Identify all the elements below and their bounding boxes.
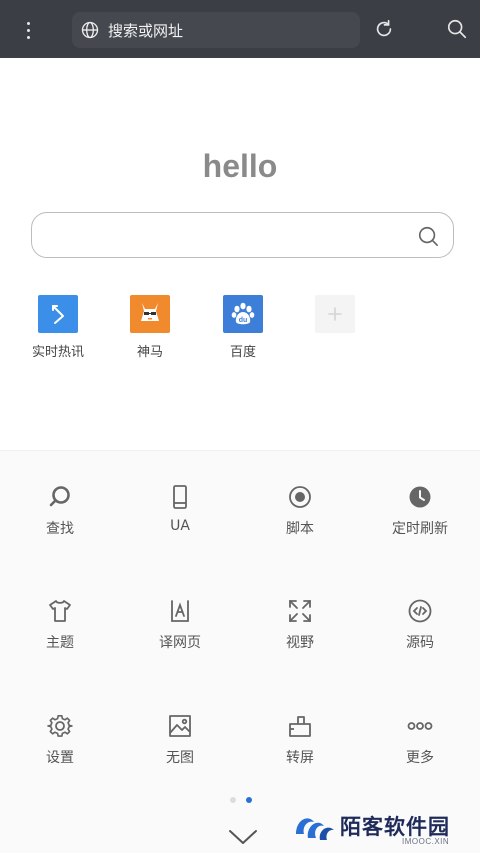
- baidu-paw-icon: du: [223, 295, 263, 333]
- more-icon: [407, 722, 433, 730]
- tshirt-icon: [49, 600, 71, 622]
- menu-label: 脚本: [286, 521, 314, 537]
- menu-label: 设置: [46, 750, 74, 766]
- watermark: 陌客软件园 IMOOC.XIN: [294, 808, 480, 848]
- shortcut-label: 百度: [229, 345, 256, 360]
- gear-icon: [47, 715, 73, 737]
- menu-label: 主题: [46, 635, 74, 651]
- chevron-down-icon[interactable]: [228, 828, 258, 846]
- code-icon: [408, 599, 432, 623]
- search-icon[interactable]: [417, 225, 439, 247]
- alpaca-icon: [130, 295, 170, 333]
- page-dot-active[interactable]: [246, 797, 252, 803]
- expand-icon: [289, 600, 311, 622]
- shortcut-hot-news[interactable]: 实时热讯: [18, 295, 98, 360]
- svg-text:du: du: [239, 317, 248, 324]
- plus-icon: [315, 295, 355, 333]
- clock-icon: [409, 486, 431, 508]
- browser-toolbar: 搜索或网址: [0, 0, 480, 58]
- menu-source[interactable]: 源码: [360, 598, 480, 652]
- address-placeholder: 搜索或网址: [108, 21, 184, 40]
- record-icon: [289, 486, 311, 508]
- menu-ua[interactable]: UA: [120, 484, 240, 534]
- menu-label: 无图: [166, 750, 194, 766]
- menu-script[interactable]: 脚本: [240, 484, 360, 538]
- home-title: hello: [202, 148, 278, 184]
- menu-rotate-screen[interactable]: 转屏: [240, 713, 360, 767]
- menu-label: 转屏: [286, 750, 314, 766]
- home-search-input[interactable]: [31, 212, 454, 258]
- address-bar[interactable]: 搜索或网址: [72, 12, 360, 48]
- shortcut-add[interactable]: [295, 295, 375, 341]
- watermark-url: IMOOC.XIN: [402, 837, 450, 846]
- shortcut-label: 实时热讯: [31, 345, 84, 360]
- menu-label: 源码: [406, 635, 434, 651]
- menu-label: 查找: [46, 521, 74, 537]
- menu-label: 定时刷新: [392, 521, 448, 537]
- menu-settings[interactable]: 设置: [0, 713, 120, 767]
- overflow-menu-icon[interactable]: [14, 14, 42, 46]
- menu-timed-refresh[interactable]: 定时刷新: [360, 484, 480, 538]
- menu-more[interactable]: 更多: [360, 713, 480, 767]
- shortcut-baidu[interactable]: du 百度: [203, 295, 283, 360]
- search-icon: [49, 486, 70, 507]
- refresh-icon[interactable]: [373, 18, 395, 40]
- menu-label: 视野: [286, 635, 314, 651]
- page-indicator: [230, 797, 252, 803]
- globe-icon: [81, 21, 99, 39]
- shortcut-shenma[interactable]: 神马: [110, 295, 190, 360]
- menu-theme[interactable]: 主题: [0, 598, 120, 652]
- hot-news-icon: [38, 295, 78, 333]
- menu-label: UA: [170, 518, 190, 534]
- menu-label: 更多: [406, 750, 434, 766]
- image-icon: [169, 715, 191, 737]
- search-icon[interactable]: [446, 18, 468, 40]
- menu-translate[interactable]: 译网页: [120, 598, 240, 652]
- shortcut-label: 神马: [136, 345, 163, 360]
- watermark-logo-icon: [296, 818, 334, 840]
- menu-find[interactable]: 查找: [0, 484, 120, 538]
- menu-viewport[interactable]: 视野: [240, 598, 360, 652]
- translate-icon: [171, 600, 189, 622]
- page-dot[interactable]: [230, 797, 236, 803]
- phone-icon: [173, 485, 187, 509]
- rotate-screen-icon: [289, 716, 311, 737]
- menu-no-image[interactable]: 无图: [120, 713, 240, 767]
- menu-label: 译网页: [159, 635, 201, 651]
